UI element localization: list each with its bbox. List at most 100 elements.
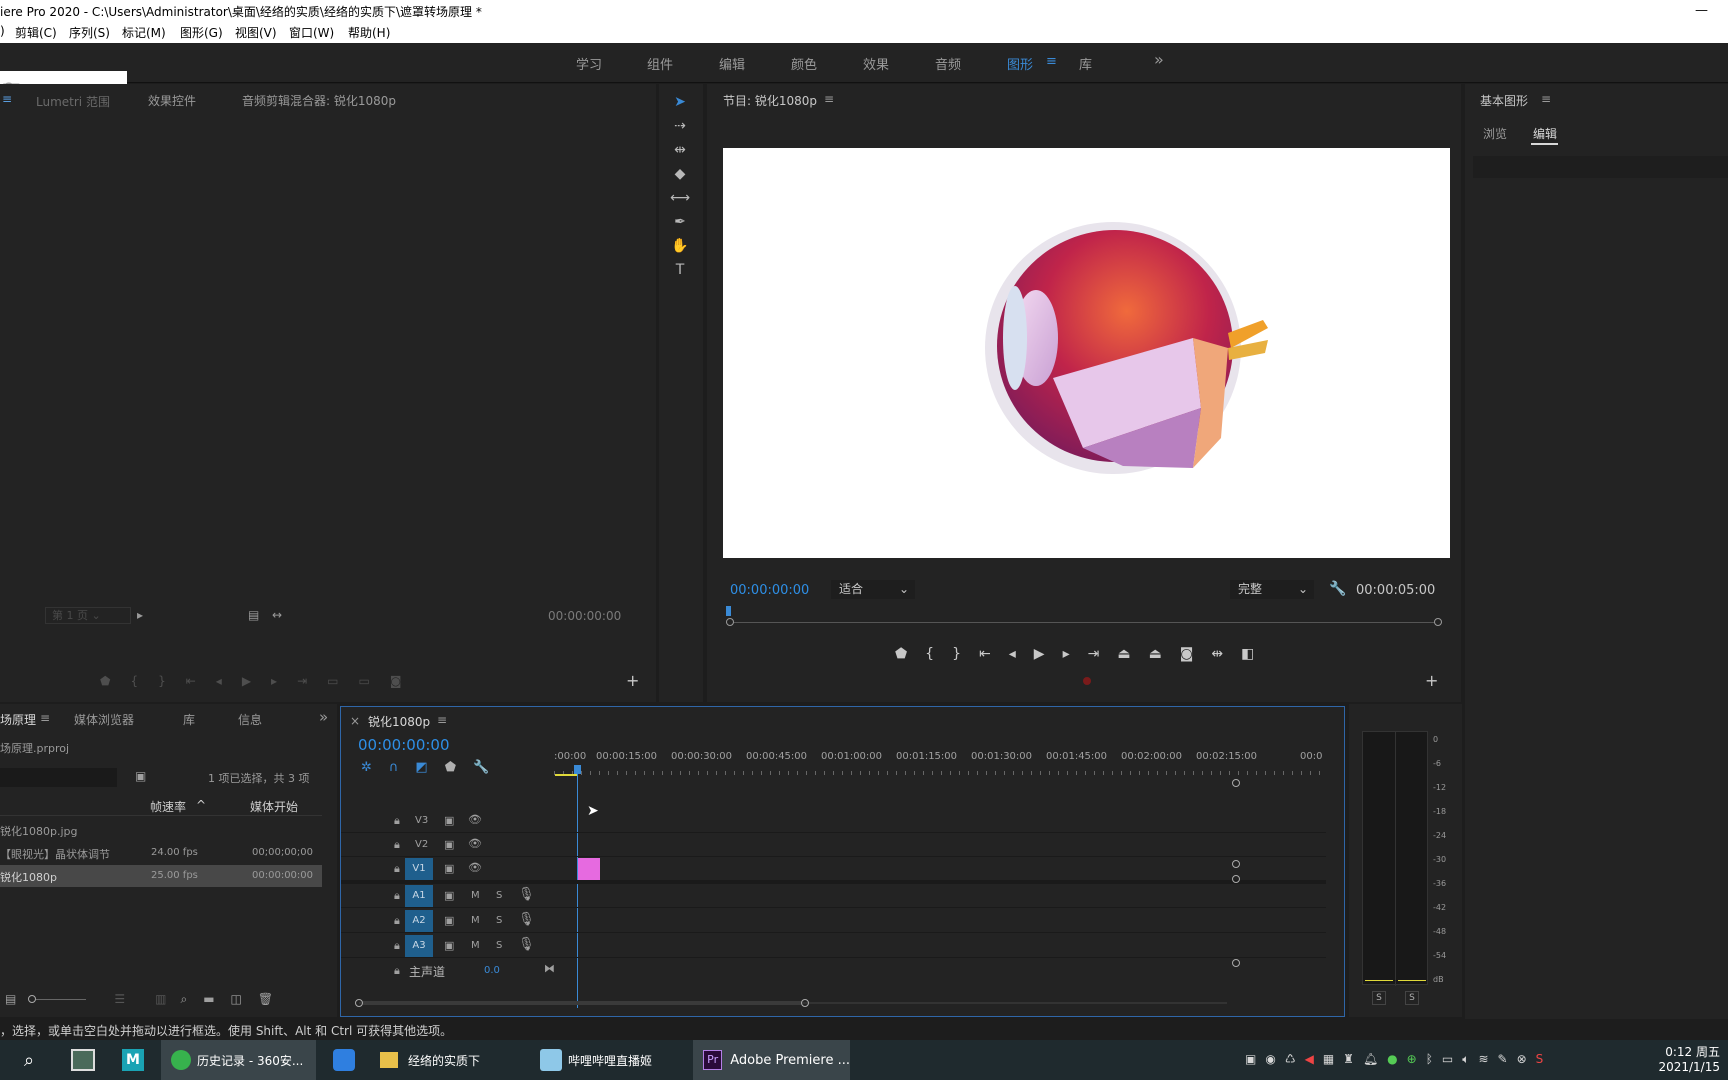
lock-icon[interactable]: 🔒︎: [394, 838, 400, 852]
meter-solo-button[interactable]: S: [1372, 991, 1386, 1005]
mic-icon[interactable]: 🎙︎: [518, 937, 535, 952]
tab-lumetri-scopes[interactable]: Lumetri 范围: [36, 93, 110, 110]
volume-icon[interactable]: 🔈︎: [1462, 1052, 1469, 1067]
solo-button[interactable]: S: [496, 940, 502, 951]
step-forward-icon[interactable]: ▸: [271, 674, 277, 688]
menu-window[interactable]: 窗口(W): [289, 24, 334, 41]
insert-icon[interactable]: ▭: [327, 674, 338, 688]
timeline-settings-icon[interactable]: 🔧: [473, 760, 489, 775]
mic-icon[interactable]: 🎙︎: [518, 912, 535, 927]
fit-icon[interactable]: ↔: [272, 608, 282, 622]
zoom-slider-track[interactable]: [36, 998, 87, 1000]
go-to-out-icon[interactable]: ⇥: [1088, 646, 1100, 662]
linked-selection-icon[interactable]: ◩: [415, 760, 427, 775]
close-sequence-icon[interactable]: ×: [350, 714, 360, 728]
wrench-icon[interactable]: 🔧: [1329, 581, 1346, 597]
menu-clip[interactable]: 剪辑(C): [15, 24, 57, 41]
eye-icon[interactable]: 👁︎: [468, 813, 482, 826]
nest-icon[interactable]: ✲: [361, 760, 372, 775]
add-marker-icon[interactable]: ⬟: [895, 646, 907, 662]
lock-icon[interactable]: 🔒︎: [394, 814, 400, 828]
type-tool-icon[interactable]: T: [676, 262, 685, 278]
lock-icon[interactable]: 🔒︎: [394, 964, 400, 978]
workspace-color[interactable]: 颜色: [791, 54, 817, 73]
add-marker-icon[interactable]: ⬟: [445, 760, 456, 775]
pen-icon[interactable]: ✎: [1498, 1052, 1508, 1067]
notification-icon[interactable]: 🔔︎: [1363, 1052, 1378, 1067]
track-target-a1[interactable]: A1: [405, 885, 433, 907]
zoom-select[interactable]: 适合 ⌄: [831, 580, 915, 599]
lock-icon[interactable]: 🔒︎: [394, 862, 400, 876]
eye-icon[interactable]: 👁︎: [468, 861, 482, 874]
step-back-icon[interactable]: ◂: [1009, 646, 1016, 662]
trim-icon[interactable]: ⇹: [1211, 646, 1223, 662]
pen-icon[interactable]: ✒: [674, 214, 686, 230]
mute-button[interactable]: M: [471, 940, 480, 951]
mark-out-icon[interactable]: }: [158, 674, 166, 688]
search-icon[interactable]: ⌕: [16, 1040, 42, 1080]
work-area-bar[interactable]: [555, 774, 577, 776]
mic-icon[interactable]: 🎙︎: [518, 887, 535, 902]
video-clip[interactable]: [578, 858, 600, 880]
lock-icon[interactable]: 🔒︎: [394, 939, 400, 953]
menu-view[interactable]: 视图(V): [235, 24, 277, 41]
workspace-learn[interactable]: 学习: [576, 54, 602, 73]
project-search-input[interactable]: [0, 768, 117, 787]
tray-app-icon[interactable]: ♺: [1285, 1052, 1296, 1067]
sort-icon[interactable]: ☰: [114, 992, 125, 1006]
track-select-icon[interactable]: ⇢: [674, 118, 686, 134]
tab-project[interactable]: 场原理: [0, 711, 36, 728]
resolution-select[interactable]: 完整 ⌄: [1230, 580, 1314, 599]
close-circle-icon[interactable]: ⊗: [1517, 1052, 1527, 1067]
go-to-in-icon[interactable]: ⇤: [186, 674, 196, 688]
sync-lock-icon[interactable]: ▣: [444, 939, 454, 952]
clock[interactable]: 0:12 周五 2021/1/15: [1652, 1043, 1720, 1074]
master-volume[interactable]: 0.0: [484, 965, 500, 976]
export-frame-icon[interactable]: ◙: [1180, 646, 1194, 662]
column-media-start[interactable]: 媒体开始: [250, 798, 298, 815]
tray-app-icon[interactable]: ◀: [1305, 1052, 1314, 1067]
tab-browse[interactable]: 浏览: [1483, 125, 1507, 142]
sync-lock-icon[interactable]: ▣: [444, 838, 454, 851]
panel-menu-icon[interactable]: ≡: [2, 92, 12, 106]
mark-out-icon[interactable]: }: [952, 646, 961, 662]
track-target-a3[interactable]: A3: [405, 935, 433, 957]
new-bin-icon[interactable]: ▣: [135, 769, 146, 783]
tab-effect-controls[interactable]: 效果控件: [148, 92, 196, 109]
overwrite-icon[interactable]: ▭: [358, 674, 369, 688]
step-forward-icon[interactable]: ▸: [1063, 646, 1070, 662]
menu-sequence[interactable]: 序列(S): [69, 24, 110, 41]
next-page-icon[interactable]: ▸: [137, 608, 143, 622]
scrollbar-handle[interactable]: [1232, 875, 1240, 883]
program-playhead-timecode[interactable]: 00:00:00:00: [730, 583, 809, 598]
scrollbar-handle[interactable]: [1232, 779, 1240, 787]
snap-icon[interactable]: ∩: [389, 760, 399, 775]
ripple-edit-icon[interactable]: ⇹: [674, 142, 686, 158]
sort-asc-icon[interactable]: ^: [196, 798, 206, 812]
zoom-slider-handle[interactable]: [28, 995, 37, 1003]
eye-icon[interactable]: 👁︎: [468, 837, 482, 850]
track-target-v1[interactable]: V1: [405, 858, 433, 880]
menu-help[interactable]: 帮助(H): [348, 24, 390, 41]
tray-app-icon[interactable]: ▣: [1245, 1052, 1256, 1067]
list-item[interactable]: 锐化1080p 25.00 fps 00:00:00:00: [0, 865, 322, 887]
feather-app-icon[interactable]: [330, 1040, 358, 1080]
step-back-icon[interactable]: ◂: [216, 674, 222, 688]
play-icon[interactable]: ▶: [242, 674, 251, 688]
trash-icon[interactable]: 🗑: [258, 992, 273, 1006]
workspace-libraries[interactable]: 库: [1079, 54, 1092, 73]
sync-lock-icon[interactable]: ▣: [444, 914, 454, 927]
tab-libraries[interactable]: 库: [183, 711, 195, 728]
bluetooth-icon[interactable]: ᛒ: [1426, 1052, 1433, 1067]
lift-icon[interactable]: ⏏: [1117, 646, 1130, 662]
taskbar-app-explorer[interactable]: 经络的实质下: [372, 1040, 527, 1080]
workspace-editing[interactable]: 编辑: [719, 54, 745, 73]
tab-media-browser[interactable]: 媒体浏览器: [74, 711, 134, 728]
list-item[interactable]: 锐化1080p.jpg: [0, 819, 322, 841]
play-icon[interactable]: ▶: [1034, 646, 1045, 662]
tray-app-icon[interactable]: ●: [1387, 1052, 1397, 1067]
playhead[interactable]: [726, 606, 731, 616]
list-item[interactable]: 【眼视光】晶状体调节 24.00 fps 00;00;00;00: [0, 842, 322, 864]
wifi-icon[interactable]: ≋: [1478, 1052, 1488, 1067]
slip-icon[interactable]: ⟷: [670, 190, 690, 206]
